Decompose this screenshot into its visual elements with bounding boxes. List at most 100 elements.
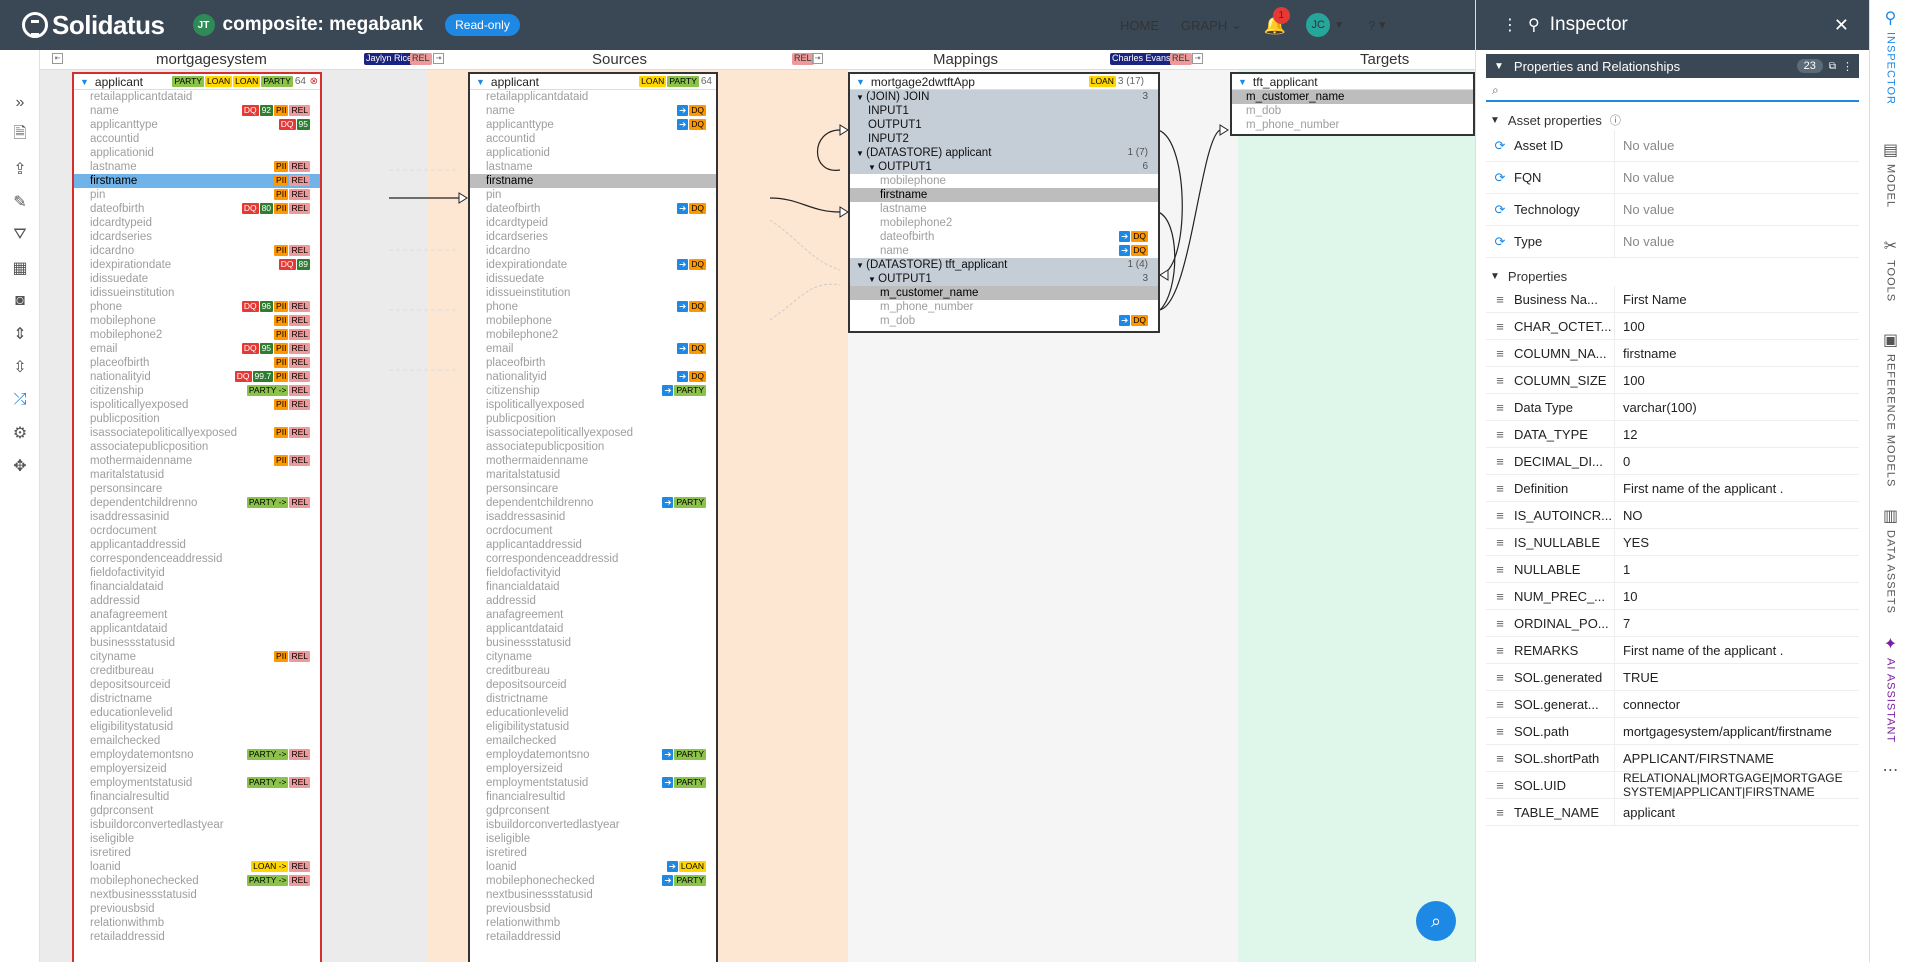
user-avatar[interactable]: JC <box>1306 13 1331 37</box>
property-row[interactable]: ≡ Definition First name of the applicant . <box>1486 474 1859 502</box>
attribute-row[interactable]: citizenship ➔ PARTY <box>470 384 716 398</box>
attribute-row[interactable]: mobilephonechecked PARTY -> REL <box>74 874 320 888</box>
attribute-row[interactable]: relationwithmb <box>74 916 320 930</box>
attribute-row[interactable]: accountid <box>470 132 716 146</box>
camera-icon[interactable]: ◙ <box>0 284 40 317</box>
attribute-row[interactable]: citizenship PARTY -> REL <box>74 384 320 398</box>
attribute-row[interactable]: employmentstatusid ➔ PARTY <box>470 776 716 790</box>
popout-icon[interactable]: ⧉ <box>1829 61 1836 72</box>
attribute-row[interactable]: isbuildorconvertedlastyear <box>470 818 716 832</box>
property-row[interactable]: ≡ DATA_TYPE 12 <box>1486 420 1859 448</box>
property-value[interactable]: connector <box>1614 690 1859 718</box>
solidatus-logo[interactable]: Solidatus <box>22 10 165 41</box>
attribute-row[interactable]: educationlevelid <box>470 706 716 720</box>
property-value[interactable]: applicant <box>1614 798 1859 826</box>
attribute-row[interactable]: applicationid <box>74 146 320 160</box>
mapping-row[interactable]: mobilephone2 <box>850 216 1158 230</box>
attribute-row[interactable]: idcardtypeid <box>470 216 716 230</box>
attribute-row[interactable]: applicantaddressid <box>74 538 320 552</box>
attribute-row[interactable]: idexpirationdate DQ 89 <box>74 258 320 272</box>
attribute-row[interactable]: personsincare <box>74 482 320 496</box>
property-row[interactable]: ≡ REMARKS First name of the applicant . <box>1486 636 1859 664</box>
attribute-row[interactable]: isassociatepoliticallyexposed PII REL <box>74 426 320 440</box>
attribute-row[interactable]: mothermaidenname PII REL <box>74 454 320 468</box>
attribute-row[interactable]: phone DQ 96 PII REL <box>74 300 320 314</box>
attribute-row[interactable]: gdprconsent <box>470 804 716 818</box>
attribute-row[interactable]: applicanttype ➔ DQ <box>470 118 716 132</box>
chevron-down-icon[interactable]: ▼ <box>1334 20 1344 31</box>
attribute-row[interactable]: pin <box>470 188 716 202</box>
property-value[interactable]: No value <box>1614 193 1859 226</box>
attribute-row[interactable]: dependentchildrenno PARTY -> REL <box>74 496 320 510</box>
rail-reference-models[interactable]: ▣ REFERENCE MODELS <box>1870 330 1910 487</box>
collapse-triangle-icon[interactable]: ▼ <box>856 77 865 87</box>
attribute-row[interactable]: correspondenceaddressid <box>470 552 716 566</box>
entity-mortgagesystem-applicant[interactable]: ▼ applicant PARTY LOAN LOAN PARTY 64 ⊗ retailap… <box>72 72 322 962</box>
section-properties[interactable]: ▼ Properties <box>1486 266 1859 286</box>
property-search-input[interactable]: ⌕ <box>1486 80 1859 102</box>
help-menu[interactable]: ? ▾ <box>1368 17 1385 33</box>
attribute-row[interactable]: isassociatepoliticallyexposed <box>470 426 716 440</box>
property-value[interactable]: 100 <box>1614 366 1859 394</box>
attribute-row[interactable]: districtname <box>74 692 320 706</box>
attribute-row[interactable]: dependentchildrenno ➔ PARTY <box>470 496 716 510</box>
attribute-row[interactable]: mobilephone <box>470 314 716 328</box>
property-row[interactable]: ≡ NULLABLE 1 <box>1486 555 1859 583</box>
attribute-row[interactable]: nationalityid DQ 99.7 PII REL <box>74 370 320 384</box>
property-row[interactable]: ≡ ORDINAL_PO... 7 <box>1486 609 1859 637</box>
mapping-row[interactable]: mobilephone <box>850 174 1158 188</box>
attribute-row[interactable]: mothermaidenname <box>470 454 716 468</box>
property-row[interactable]: ≡ Business Na... First Name <box>1486 285 1859 313</box>
attribute-row[interactable]: idcardseries <box>470 230 716 244</box>
attribute-row[interactable]: name ➔ DQ <box>470 104 716 118</box>
attribute-row[interactable]: addressid <box>470 594 716 608</box>
attribute-row[interactable]: name DQ 92 PII REL <box>74 104 320 118</box>
entity-header[interactable]: ▼ applicant LOAN PARTY 64 <box>470 74 716 90</box>
attribute-row[interactable]: nationalityid ➔ DQ <box>470 370 716 384</box>
section-asset-properties[interactable]: ▼ Asset properties ⓘ <box>1486 110 1859 130</box>
rail-tools[interactable]: ✂ TOOLS <box>1870 236 1910 302</box>
rail-more[interactable]: ⋯ <box>1870 760 1910 784</box>
attribute-row[interactable]: cityname PII REL <box>74 650 320 664</box>
rail-inspector[interactable]: ⚲ INSPECTOR <box>1870 8 1910 105</box>
attribute-row[interactable]: lastname PII REL <box>74 160 320 174</box>
attribute-row[interactable]: isbuildorconvertedlastyear <box>74 818 320 832</box>
attribute-row[interactable]: isretired <box>470 846 716 860</box>
mapping-row[interactable]: dateofbirth ➔ DQ <box>850 230 1158 244</box>
filter-icon[interactable]: ⛛ <box>0 218 40 251</box>
mapping-row[interactable]: ▼ (DATASTORE) tft_applicant 1 (4) <box>850 258 1158 272</box>
attribute-row[interactable]: eligibilitystatusid <box>470 720 716 734</box>
entity-header[interactable]: ▼ mortgage2dwtftApp LOAN 3 (17) <box>850 74 1158 90</box>
mapping-row[interactable]: INPUT2 <box>850 132 1158 146</box>
expand-triangle-icon[interactable]: ▼ <box>856 149 866 158</box>
attribute-row[interactable]: cityname <box>470 650 716 664</box>
brush-icon[interactable]: ✎ <box>0 185 40 218</box>
attribute-row[interactable]: mobilephone PII REL <box>74 314 320 328</box>
property-value[interactable]: APPLICANT/FIRSTNAME <box>1614 744 1859 772</box>
property-value[interactable]: TRUE <box>1614 663 1859 691</box>
attribute-row[interactable]: idissuedate <box>74 272 320 286</box>
attribute-row[interactable]: districtname <box>470 692 716 706</box>
attribute-row[interactable]: mobilephonechecked ➔ PARTY <box>470 874 716 888</box>
attribute-row[interactable]: retailapplicantdataid <box>74 90 320 104</box>
property-value[interactable]: RELATIONAL|MORTGAGE|MORTGAGE SYSTEM|APPL… <box>1614 771 1859 799</box>
attribute-row[interactable]: retailaddressid <box>470 930 716 944</box>
attribute-row[interactable]: isretired <box>74 846 320 860</box>
mapping-row[interactable]: m_customer_name <box>850 286 1158 300</box>
rail-ai-assistant[interactable]: ✦ AI ASSISTANT <box>1870 634 1910 743</box>
move-icon[interactable]: ✥ <box>0 449 40 482</box>
property-row[interactable]: ≡ IS_AUTOINCR... NO <box>1486 501 1859 529</box>
entity-header[interactable]: ▼ tft_applicant <box>1232 74 1473 90</box>
attribute-row[interactable]: addressid <box>74 594 320 608</box>
attribute-row[interactable]: phone ➔ DQ <box>470 300 716 314</box>
mapping-row[interactable]: OUTPUT1 <box>850 118 1158 132</box>
entity-sources-applicant[interactable]: ▼ applicant LOAN PARTY 64 retailapplicantdat… <box>468 72 718 962</box>
attribute-row[interactable]: lastname <box>470 160 716 174</box>
attribute-row[interactable]: educationlevelid <box>74 706 320 720</box>
attribute-row[interactable]: employdatemontsno ➔ PARTY <box>470 748 716 762</box>
attribute-row[interactable]: iseligible <box>74 832 320 846</box>
collapse-triangle-icon[interactable]: ▼ <box>1238 77 1247 87</box>
property-row[interactable]: ⟳ Asset ID No value <box>1486 129 1859 162</box>
attribute-row[interactable]: emailchecked <box>470 734 716 748</box>
property-value[interactable]: 1 <box>1614 555 1859 583</box>
